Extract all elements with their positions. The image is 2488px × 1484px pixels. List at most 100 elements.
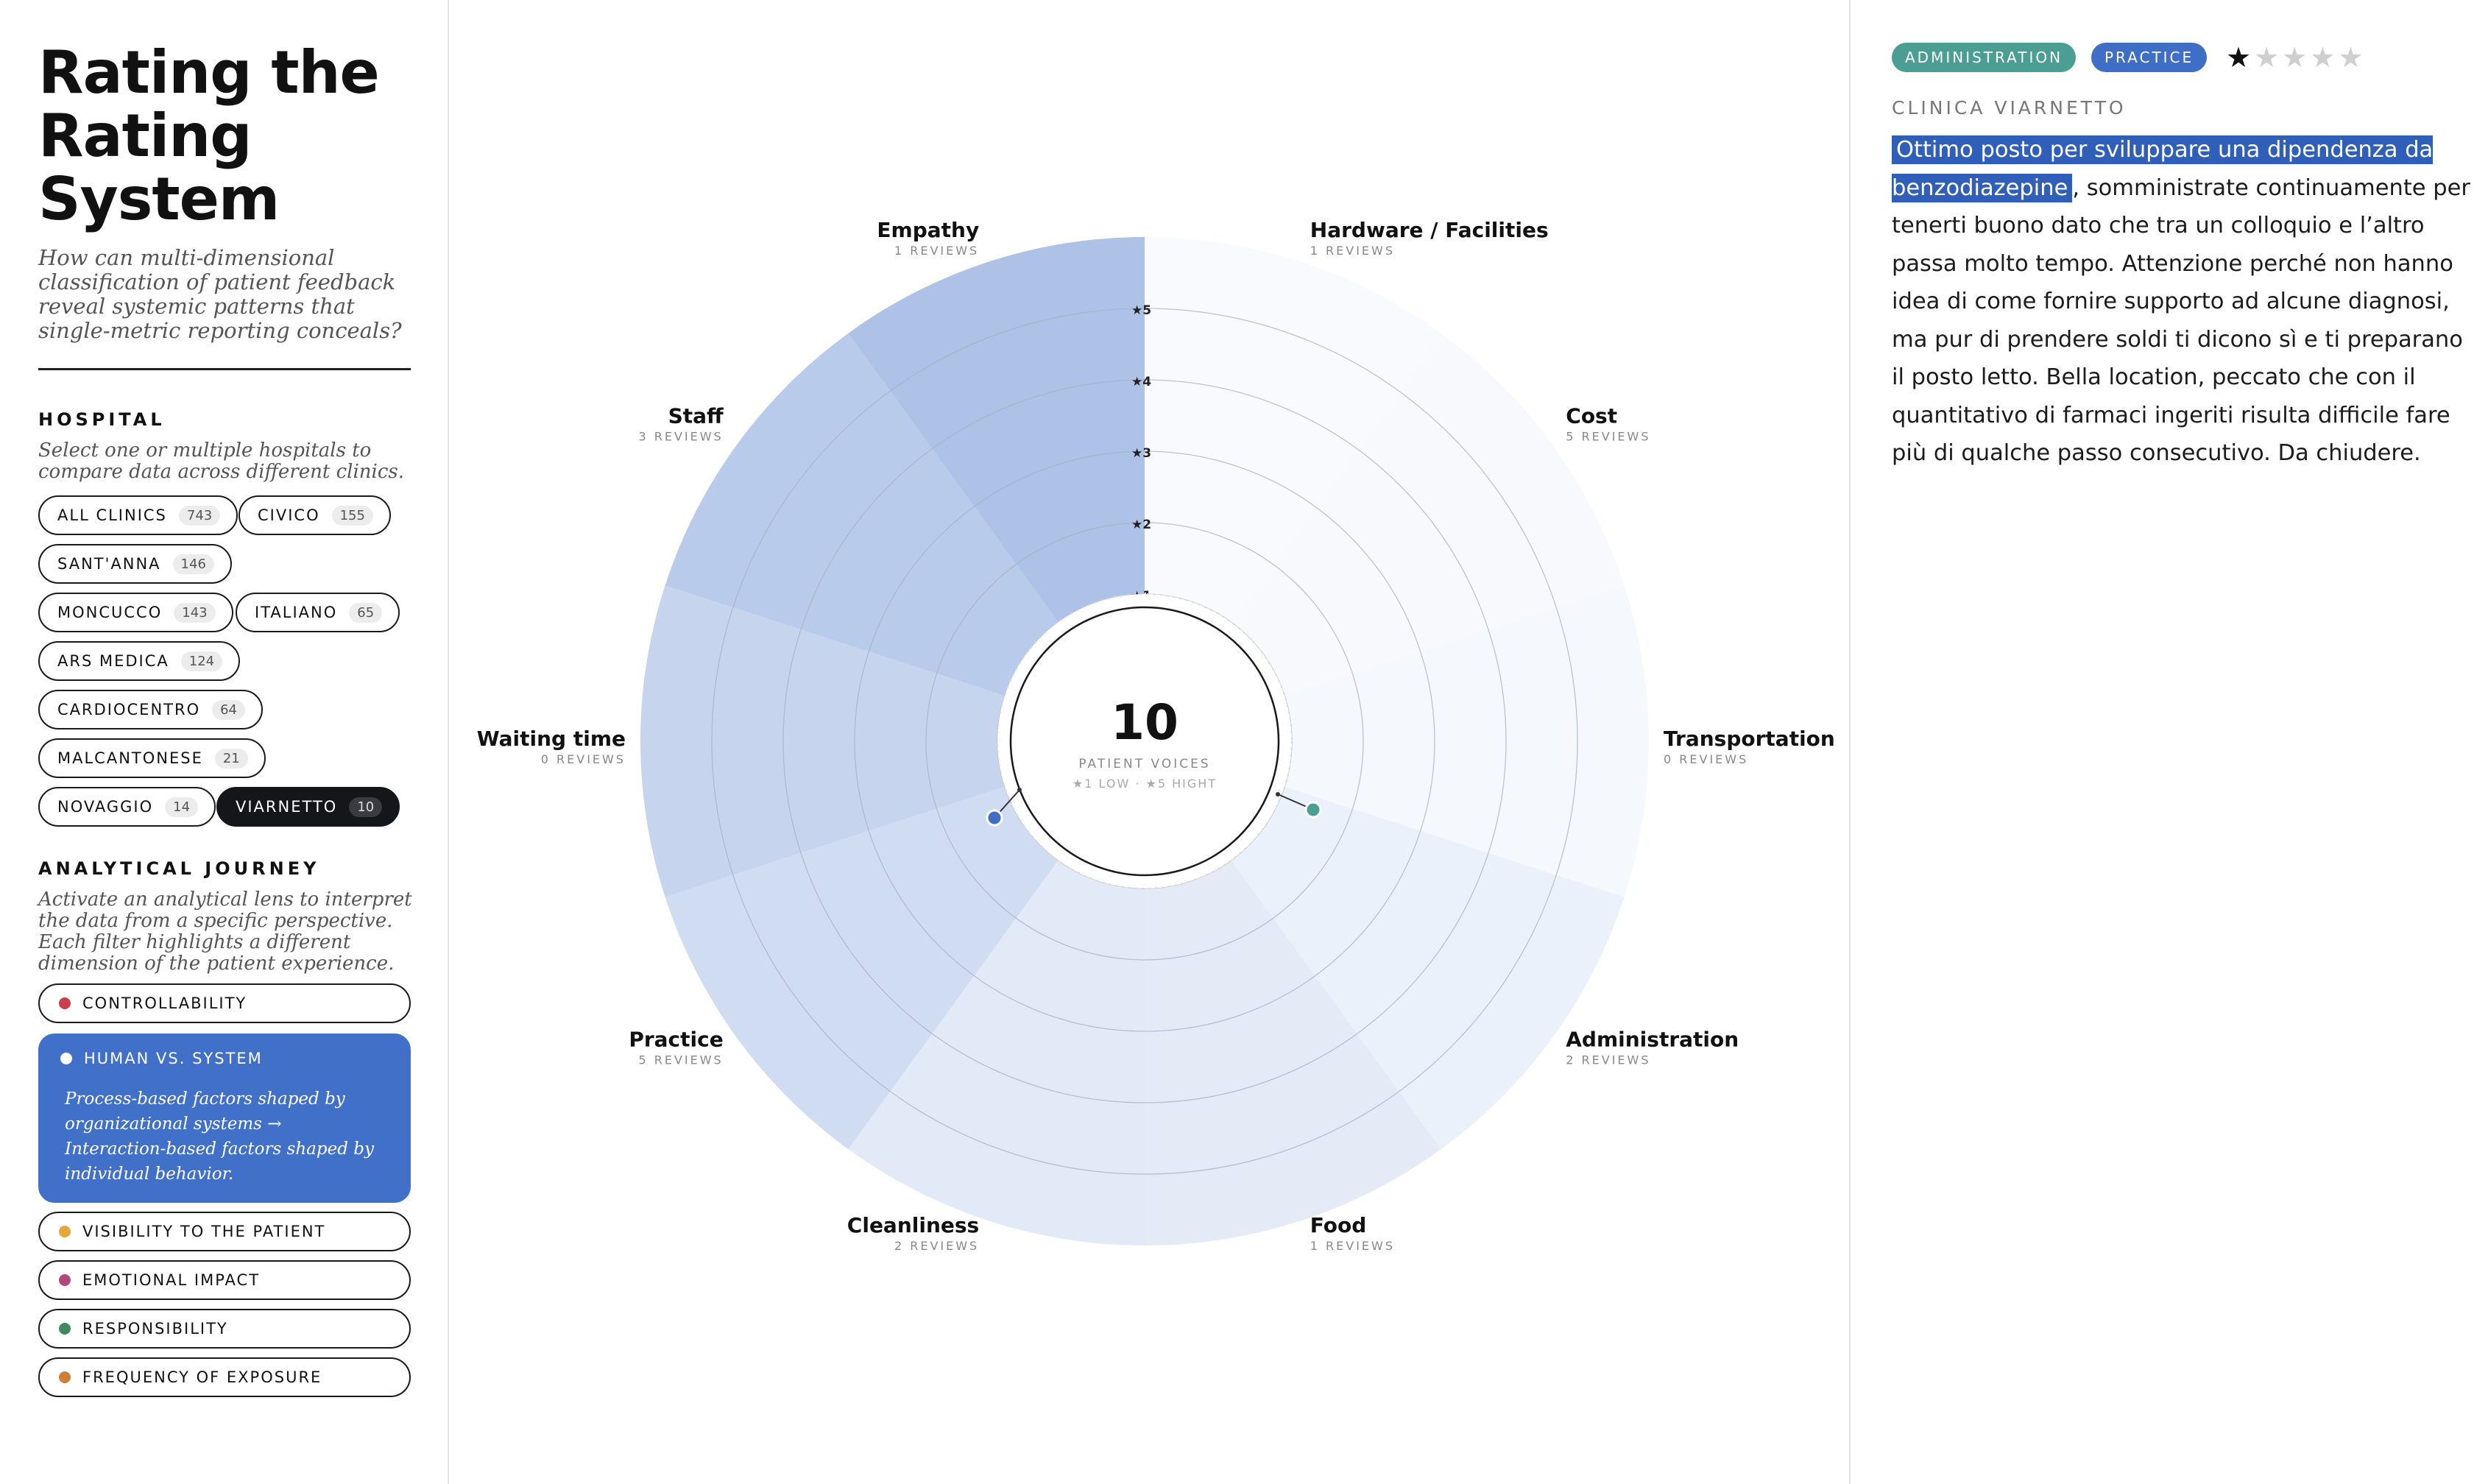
clinic-name: CLINICA VIARNETTO [1892, 97, 2127, 119]
hospital-chip-novaggio[interactable]: NOVAGGIO 14 [38, 787, 216, 827]
lens-dot-icon [59, 1371, 71, 1383]
rating-tick-label: ★4 [1131, 375, 1151, 389]
chip-count: 143 [174, 602, 216, 623]
category-label-group: Hardware / Facilities 1 REVIEWS [1310, 218, 1549, 258]
chip-label: ITALIANO [255, 604, 338, 621]
hospital-chip-malcantonese[interactable]: MALCANTONESE 21 [38, 738, 266, 778]
category-name: Cost [1566, 403, 1617, 428]
lens-label: FREQUENCY OF EXPOSURE [82, 1368, 322, 1386]
hospital-chip-italiano[interactable]: ITALIANO 65 [236, 593, 400, 632]
star-empty-icon: ★ [2282, 41, 2308, 74]
category-name: Hardware / Facilities [1310, 218, 1549, 242]
chip-label: MALCANTONESE [57, 749, 203, 767]
chip-count: 155 [331, 505, 373, 526]
category-name: Cleanliness [847, 1213, 979, 1237]
sidebar: Rating the Rating System How can multi-d… [0, 0, 449, 1484]
hospital-chip-civico[interactable]: CIVICO 155 [238, 495, 391, 535]
center-legend: ★1 LOW · ★5 HIGHT [1072, 777, 1217, 791]
radial-chart: ★1★2★3★4★5 Hardware / Facilities1 REVIEW… [477, 218, 1835, 1253]
app-subtitle: How can multi-dimensional classification… [38, 245, 402, 343]
hospital-description: Select one or multiple hospitals to comp… [38, 439, 405, 483]
chip-label: NOVAGGIO [57, 798, 154, 816]
lens-visibility-to-the-patient[interactable]: VISIBILITY TO THE PATIENT [38, 1212, 411, 1251]
lens-label: HUMAN VS. SYSTEM [84, 1050, 263, 1067]
lens-frequency-of-exposure[interactable]: FREQUENCY OF EXPOSURE [38, 1357, 411, 1397]
tag-administration[interactable]: ADMINISTRATION [1892, 43, 2077, 72]
category-review-count: 2 REVIEWS [1566, 1053, 1650, 1067]
chip-count: 10 [349, 796, 383, 817]
category-name: Practice [629, 1028, 723, 1052]
category-name: Waiting time [477, 727, 626, 751]
star-empty-icon: ★ [2338, 41, 2364, 74]
lens-label: EMOTIONAL IMPACT [82, 1271, 261, 1289]
category-label-group: Cost5 REVIEWS [1566, 403, 1650, 443]
marker-anchor [1017, 788, 1022, 792]
rating-tick-label: ★2 [1131, 517, 1151, 532]
category-review-count: 3 REVIEWS [638, 429, 723, 443]
chip-count: 743 [178, 505, 221, 526]
chip-count: 65 [349, 602, 383, 623]
category-label-group: Waiting time0 REVIEWS [477, 727, 626, 766]
chip-label: ARS MEDICA [57, 652, 169, 670]
hospital-chip-ars-medica[interactable]: ARS MEDICA 124 [38, 641, 241, 681]
chip-label: CARDIOCENTRO [57, 701, 201, 718]
chart-center: 10 PATIENT VOICES ★1 LOW · ★5 HIGHT [997, 593, 1293, 889]
journey-heading: ANALYTICAL JOURNEY [38, 858, 320, 879]
lens-label: RESPONSIBILITY [82, 1320, 228, 1338]
lens-emotional-impact[interactable]: EMOTIONAL IMPACT [38, 1260, 411, 1300]
radial-chart-area: ★1★2★3★4★5 Hardware / Facilities1 REVIEW… [450, 0, 1849, 1484]
category-review-count: 0 REVIEWS [1664, 752, 1748, 766]
journey-description: Activate an analytical lens to interpret… [38, 888, 412, 975]
chip-count: 64 [212, 699, 246, 720]
category-label-group: Transportation0 REVIEWS [1664, 727, 1835, 766]
category-name: Staff [668, 403, 724, 428]
category-review-count: 1 REVIEWS [1310, 244, 1395, 258]
star-filled-icon: ★ [2226, 41, 2252, 74]
chip-label: CIVICO [258, 506, 320, 524]
category-label-group: Food 1 REVIEWS [1310, 1213, 1395, 1253]
category-review-count: 1 REVIEWS [894, 244, 979, 258]
category-name: Empathy [877, 218, 979, 242]
category-review-count: 1 REVIEWS [1310, 1239, 1395, 1253]
category-name: Administration [1566, 1028, 1739, 1052]
chip-count: 21 [214, 748, 248, 768]
star-empty-icon: ★ [2254, 41, 2280, 74]
review-detail-panel: ADMINISTRATION PRACTICE ★ ★ ★ ★ ★ CLINIC… [1849, 0, 2488, 1484]
lens-dot-icon [59, 1323, 71, 1335]
lens-header: HUMAN VS. SYSTEM [60, 1050, 387, 1067]
lens-label: VISIBILITY TO THE PATIENT [82, 1223, 326, 1240]
category-review-count: 0 REVIEWS [541, 752, 626, 766]
hospital-chip-cardiocentro[interactable]: CARDIOCENTRO 64 [38, 690, 264, 729]
lens-dot-icon [59, 997, 71, 1009]
category-review-count: 2 REVIEWS [894, 1239, 979, 1253]
category-label-group: Staff3 REVIEWS [638, 403, 724, 443]
marker-anchor [1276, 792, 1280, 796]
hospital-chip-santanna[interactable]: SANT'ANNA 146 [38, 544, 232, 584]
chip-count: 14 [165, 796, 199, 817]
review-marker-administration[interactable] [1304, 801, 1322, 819]
review-body: , somministrate continuamente per tenert… [1892, 174, 2470, 467]
hospital-heading: HOSPITAL [38, 409, 166, 430]
star-empty-icon: ★ [2310, 41, 2336, 74]
hospital-chip-viarnetto[interactable]: VIARNETTO 10 [216, 787, 400, 827]
category-review-count: 5 REVIEWS [1566, 429, 1650, 443]
chip-label: ALL CLINICS [57, 506, 167, 524]
rating-tick-label: ★3 [1131, 446, 1151, 461]
review-text: Ottimo posto per sviluppare una dipenden… [1892, 131, 2473, 473]
tag-practice[interactable]: PRACTICE [2091, 43, 2208, 72]
lens-responsibility[interactable]: RESPONSIBILITY [38, 1309, 411, 1349]
star-rating: ★ ★ ★ ★ ★ [2226, 41, 2363, 74]
center-label: PATIENT VOICES [1078, 757, 1210, 771]
lens-dot-icon [59, 1274, 71, 1286]
hospital-chip-moncucco[interactable]: MONCUCCO 143 [38, 593, 233, 632]
chip-label: MONCUCCO [57, 604, 163, 621]
category-label-group: Practice5 REVIEWS [629, 1028, 723, 1067]
lens-controllability[interactable]: CONTROLLABILITY [38, 983, 411, 1023]
lens-human-vs-system[interactable]: HUMAN VS. SYSTEM Process-based factors s… [38, 1034, 411, 1203]
chip-count: 146 [172, 554, 214, 574]
rating-tick-label: ★5 [1131, 303, 1151, 318]
review-marker-practice[interactable] [986, 809, 1003, 827]
category-label-group: Administration2 REVIEWS [1566, 1028, 1739, 1067]
app-title: Rating the Rating System [38, 38, 380, 233]
hospital-chip-all-clinics[interactable]: ALL CLINICS 743 [38, 495, 238, 535]
